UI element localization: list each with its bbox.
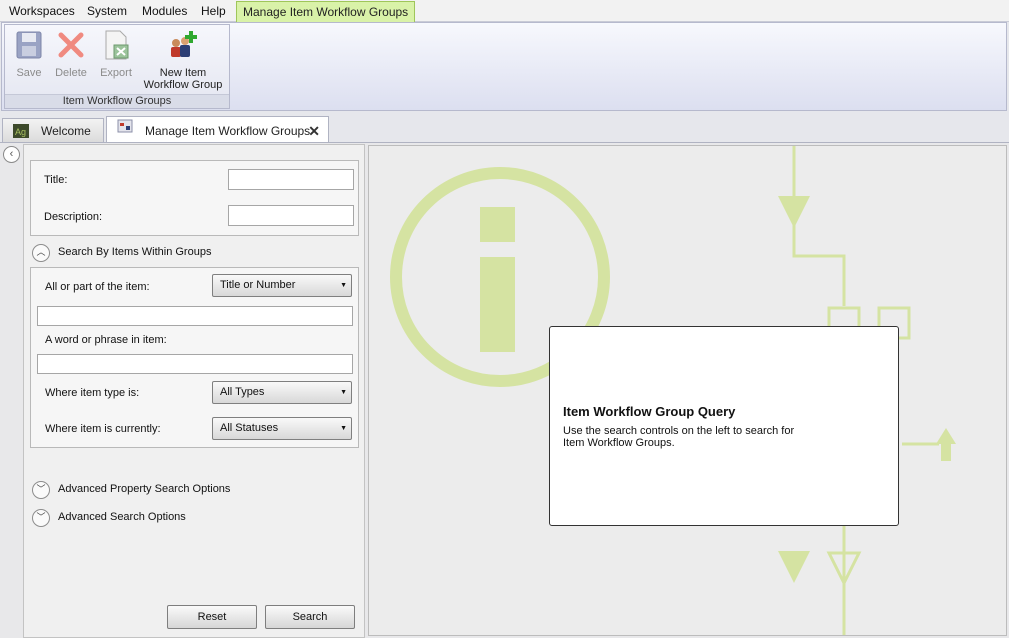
chevron-left-icon: ‹ bbox=[9, 148, 14, 160]
item-part-select-value: Title or Number bbox=[220, 279, 296, 291]
search-panel: Title: Description: ︿ Search By Items Wi… bbox=[23, 144, 365, 638]
chevron-down-icon: ﹀ bbox=[36, 512, 46, 522]
document-tabs: Ag Welcome Manage Item Workflow Groups ✕ bbox=[0, 114, 1009, 144]
delete-button[interactable]: Delete bbox=[51, 29, 91, 79]
tab-manage-item-workflow-groups[interactable]: Manage Item Workflow Groups ✕ bbox=[106, 116, 329, 144]
item-status-select[interactable]: All Statuses ▼ bbox=[212, 417, 352, 440]
items-search-box: All or part of the item: Title or Number… bbox=[30, 267, 359, 448]
app-logo-icon: Ag bbox=[13, 124, 29, 138]
dropdown-arrow-icon: ▼ bbox=[340, 425, 347, 432]
item-part-select[interactable]: Title or Number ▼ bbox=[212, 274, 352, 297]
workflow-group-icon bbox=[117, 119, 133, 133]
delete-label: Delete bbox=[55, 67, 87, 79]
save-icon bbox=[16, 31, 42, 59]
collapse-items-section-button[interactable]: ︿ bbox=[32, 244, 50, 262]
dropdown-arrow-icon: ▼ bbox=[340, 282, 347, 289]
menu-system[interactable]: System bbox=[83, 0, 131, 22]
save-button[interactable]: Save bbox=[9, 29, 49, 79]
tab-welcome[interactable]: Ag Welcome bbox=[2, 118, 104, 143]
type-label: Where item type is: bbox=[45, 387, 140, 399]
ribbon-group-item-workflow-groups: Save Delete Export New Item Workflow Gro… bbox=[4, 24, 230, 109]
basic-search-box: Title: Description: bbox=[30, 160, 359, 236]
export-icon bbox=[105, 30, 129, 60]
ribbon: Save Delete Export New Item Workflow Gro… bbox=[1, 22, 1007, 111]
menu-modules[interactable]: Modules bbox=[138, 0, 191, 22]
search-button[interactable]: Search bbox=[265, 605, 355, 629]
item-part-label: All or part of the item: bbox=[45, 281, 150, 293]
reset-button[interactable]: Reset bbox=[167, 605, 257, 629]
save-label: Save bbox=[16, 67, 42, 79]
item-status-select-value: All Statuses bbox=[220, 422, 279, 434]
advanced-property-label: Advanced Property Search Options bbox=[58, 483, 231, 495]
close-icon[interactable]: ✕ bbox=[308, 119, 320, 143]
menu-help[interactable]: Help bbox=[197, 0, 230, 22]
export-button[interactable]: Export bbox=[95, 29, 137, 79]
new-workflow-group-icon bbox=[171, 31, 197, 57]
advanced-search-label: Advanced Search Options bbox=[58, 511, 186, 523]
dropdown-arrow-icon: ▼ bbox=[340, 389, 347, 396]
collapse-panel-button[interactable]: ‹ bbox=[3, 146, 20, 163]
new-item-workflow-group-button[interactable]: New Item Workflow Group bbox=[141, 29, 225, 91]
export-label: Export bbox=[100, 67, 132, 79]
description-label: Description: bbox=[44, 211, 103, 223]
chevron-down-icon: ﹀ bbox=[36, 484, 46, 494]
items-section-label: Search By Items Within Groups bbox=[58, 246, 212, 258]
tab-welcome-label: Welcome bbox=[41, 124, 91, 138]
ribbon-tab-manage-item-workflow-groups[interactable]: Manage Item Workflow Groups bbox=[236, 1, 416, 22]
svg-text:Ag: Ag bbox=[15, 127, 26, 137]
status-label: Where item is currently: bbox=[45, 423, 161, 435]
new-label-line2: Workflow Group bbox=[143, 79, 223, 91]
info-dialog: Item Workflow Group Query Use the search… bbox=[549, 326, 899, 526]
title-input[interactable] bbox=[228, 169, 354, 190]
item-type-select-value: All Types bbox=[220, 386, 265, 398]
item-type-select[interactable]: All Types ▼ bbox=[212, 381, 352, 404]
new-label-line1: New Item bbox=[159, 67, 207, 79]
tab-manage-label: Manage Item Workflow Groups bbox=[145, 124, 311, 138]
menu-workspaces[interactable]: Workspaces bbox=[5, 0, 79, 22]
phrase-label: A word or phrase in item: bbox=[45, 334, 167, 346]
description-input[interactable] bbox=[228, 205, 354, 226]
item-part-input[interactable] bbox=[37, 306, 353, 326]
expand-advanced-search-button[interactable]: ﹀ bbox=[32, 509, 50, 527]
info-text: Use the search controls on the left to s… bbox=[563, 425, 795, 449]
chevron-up-icon: ︿ bbox=[36, 247, 46, 257]
expand-advanced-property-button[interactable]: ﹀ bbox=[32, 481, 50, 499]
info-title: Item Workflow Group Query bbox=[563, 404, 736, 419]
delete-icon bbox=[58, 32, 84, 58]
ribbon-group-label: Item Workflow Groups bbox=[5, 94, 229, 108]
phrase-input[interactable] bbox=[37, 354, 353, 374]
menu-bar: Workspaces System Modules Help Manage It… bbox=[0, 0, 1009, 22]
title-label: Title: bbox=[44, 174, 68, 186]
